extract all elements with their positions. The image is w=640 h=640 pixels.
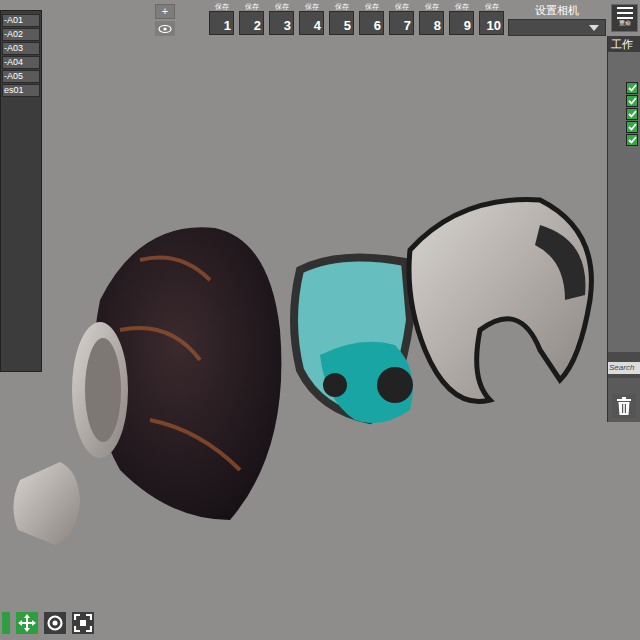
save-slot[interactable]: 保存9 xyxy=(449,2,474,35)
save-slot[interactable]: 保存10 xyxy=(479,2,504,35)
fullscreen-button[interactable] xyxy=(72,612,94,634)
menu-label: 重命 xyxy=(619,19,631,27)
list-icon xyxy=(617,7,633,19)
save-slot[interactable]: 保存4 xyxy=(299,2,324,35)
save-slot-button[interactable]: 1 xyxy=(209,11,234,35)
model-list-item[interactable]: es01 xyxy=(2,84,40,97)
rotate-button[interactable] xyxy=(44,612,66,634)
save-slot-label: 保存 xyxy=(275,2,289,11)
add-button[interactable]: + xyxy=(155,4,175,19)
save-slot-button[interactable]: 4 xyxy=(299,11,324,35)
model-list-item[interactable]: -A04 xyxy=(2,56,40,69)
delete-button[interactable] xyxy=(612,394,636,418)
save-slot-label: 保存 xyxy=(215,2,229,11)
check-icon xyxy=(628,110,637,118)
eye-icon xyxy=(158,24,172,34)
save-slot-button[interactable]: 9 xyxy=(449,11,474,35)
save-slot-label: 保存 xyxy=(425,2,439,11)
save-slot[interactable]: 保存1 xyxy=(209,2,234,35)
model-list-item[interactable]: -A03 xyxy=(2,42,40,55)
save-slot[interactable]: 保存5 xyxy=(329,2,354,35)
save-slot[interactable]: 保存7 xyxy=(389,2,414,35)
layer-list xyxy=(608,52,640,352)
save-slot-button[interactable]: 7 xyxy=(389,11,414,35)
fullscreen-icon xyxy=(74,614,92,632)
model-list-item[interactable]: -A02 xyxy=(2,28,40,41)
chevron-down-icon xyxy=(589,25,599,31)
camera-control: 设置相机 xyxy=(508,3,606,36)
save-slot-button[interactable]: 3 xyxy=(269,11,294,35)
viewport[interactable]: -A01-A02-A03-A04-A05es01 + 保存1保存2保存3保存4保… xyxy=(0,0,640,640)
save-slot-label: 保存 xyxy=(245,2,259,11)
layer-checkbox[interactable] xyxy=(626,95,638,107)
workspace-title: 工作 xyxy=(608,36,640,52)
save-slot-button[interactable]: 5 xyxy=(329,11,354,35)
save-slot[interactable]: 保存2 xyxy=(239,2,264,35)
select-button[interactable] xyxy=(2,612,10,634)
check-icon xyxy=(628,84,637,92)
save-slot-label: 保存 xyxy=(395,2,409,11)
camera-label: 设置相机 xyxy=(508,3,606,17)
camera-dropdown[interactable] xyxy=(508,19,606,36)
save-slot-label: 保存 xyxy=(365,2,379,11)
layer-checkbox[interactable] xyxy=(626,134,638,146)
rotate-icon xyxy=(46,614,64,632)
menu-button[interactable]: 重命 xyxy=(611,4,638,32)
transform-toolbar xyxy=(2,612,94,634)
check-icon xyxy=(628,123,637,131)
save-slot-label: 保存 xyxy=(335,2,349,11)
save-slot[interactable]: 保存3 xyxy=(269,2,294,35)
workspace-panel: 工作 xyxy=(607,36,640,422)
model-list-item[interactable]: -A01 xyxy=(2,14,40,27)
save-slot-button[interactable]: 6 xyxy=(359,11,384,35)
model-list-panel: -A01-A02-A03-A04-A05es01 xyxy=(0,10,42,372)
layer-checkbox[interactable] xyxy=(626,121,638,133)
visibility-button[interactable] xyxy=(155,21,175,36)
check-icon xyxy=(628,136,637,144)
save-slot-button[interactable]: 10 xyxy=(479,11,504,35)
save-slot[interactable]: 保存6 xyxy=(359,2,384,35)
save-slot-button[interactable]: 2 xyxy=(239,11,264,35)
save-slot[interactable]: 保存8 xyxy=(419,2,444,35)
check-icon xyxy=(628,97,637,105)
save-slot-button[interactable]: 8 xyxy=(419,11,444,35)
layer-checkbox[interactable] xyxy=(626,108,638,120)
trash-icon xyxy=(616,397,632,415)
save-slot-label: 保存 xyxy=(485,2,499,11)
save-toolbar: 保存1保存2保存3保存4保存5保存6保存7保存8保存9保存10 xyxy=(209,2,504,35)
save-slot-label: 保存 xyxy=(305,2,319,11)
model-render[interactable] xyxy=(0,0,640,640)
save-slot-label: 保存 xyxy=(455,2,469,11)
layer-checkbox[interactable] xyxy=(626,82,638,94)
move-icon xyxy=(18,614,36,632)
model-list-item[interactable]: -A05 xyxy=(2,70,40,83)
search-field[interactable] xyxy=(608,362,640,374)
move-button[interactable] xyxy=(16,612,38,634)
